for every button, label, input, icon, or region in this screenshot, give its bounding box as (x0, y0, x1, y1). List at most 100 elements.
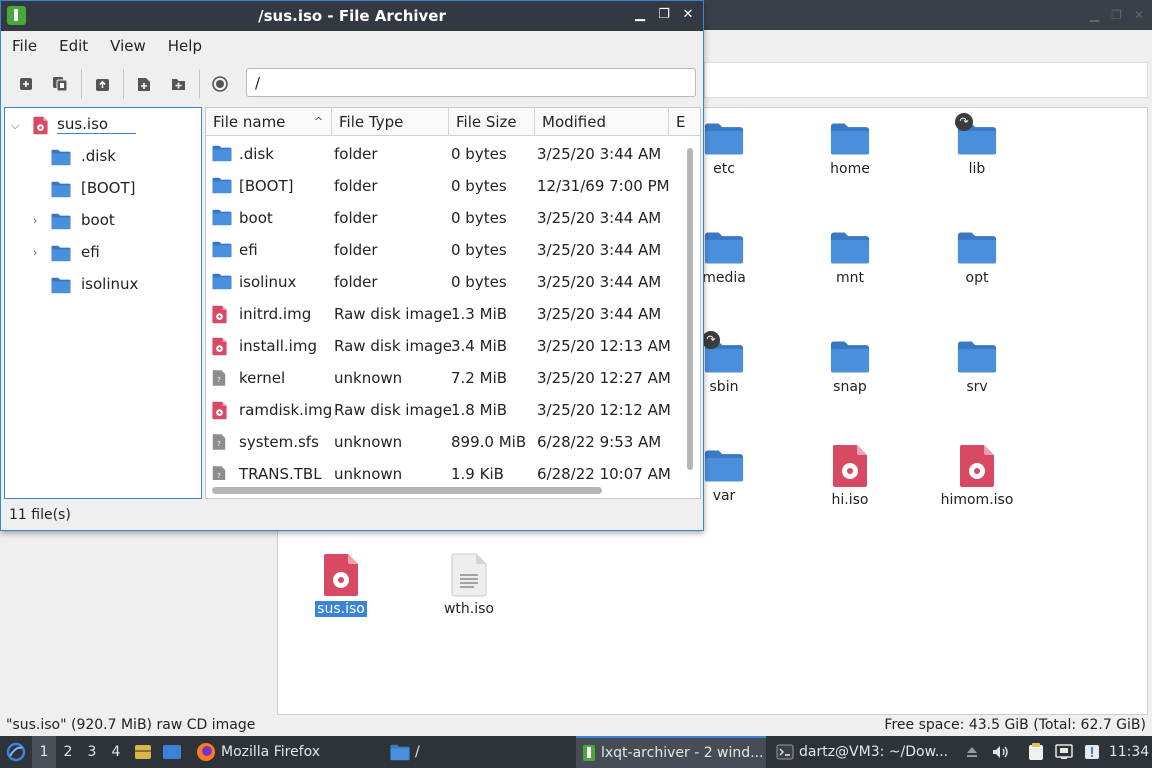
task-button[interactable]: lxqt-archiver - 2 wind... (576, 736, 766, 768)
table-row[interactable]: boot folder 0 bytes 3/25/20 3:44 AM (206, 202, 682, 234)
desktop-item-label: lib (968, 161, 986, 177)
add-files-button[interactable] (131, 71, 157, 97)
column-modified[interactable]: Modified (535, 108, 669, 136)
tree-item-disk[interactable]: .disk (11, 143, 201, 171)
folder-icon (390, 744, 410, 761)
column-file-size[interactable]: File Size (449, 108, 535, 136)
cell-file-size: 1.8 MiB (451, 401, 508, 419)
menu-file[interactable]: File (1, 31, 48, 61)
table-row[interactable]: efi folder 0 bytes 3/25/20 3:44 AM (206, 234, 682, 266)
desktop-item-label: opt (965, 270, 989, 286)
clock[interactable]: 11:34 (1109, 736, 1149, 768)
table-row[interactable]: ? system.sfs unknown 899.0 MiB 6/28/22 9:53 … (206, 426, 682, 458)
vertical-scroll-thumb[interactable] (687, 148, 693, 470)
desktop-item[interactable]: home (795, 117, 905, 177)
desktop-item[interactable]: srv (922, 335, 1032, 395)
tree-item-isolinux[interactable]: isolinux (11, 271, 201, 299)
cell-file-type: Raw disk image (334, 337, 453, 355)
minimize-icon[interactable]: ▁ (633, 7, 647, 22)
folder-icon (212, 241, 232, 262)
minimize-icon[interactable]: ▁ (1090, 8, 1099, 22)
tray-up-arrow-icon[interactable] (962, 742, 982, 762)
horizontal-scroll-thumb[interactable] (212, 487, 602, 494)
open-archive-button[interactable] (47, 71, 73, 97)
symlink-arrow-icon: ↷ (702, 331, 720, 349)
volume-icon[interactable] (990, 742, 1010, 762)
cell-file-name: initrd.img (239, 305, 312, 323)
cell-file-size: 0 bytes (451, 273, 507, 291)
desktop-switch-3[interactable]: 3 (80, 736, 104, 768)
open-archive-icon (53, 77, 68, 92)
file-manager-launcher[interactable] (134, 736, 154, 768)
desktop-item[interactable]: mnt (795, 226, 905, 286)
cell-file-size: 1.9 KiB (451, 465, 504, 480)
archive-path-input[interactable] (246, 68, 696, 97)
window-title: /sus.iso - File Archiver (258, 7, 446, 25)
maximize-icon[interactable]: ❐ (657, 7, 671, 22)
tree-item-root[interactable]: ⌵ sus.iso (11, 111, 201, 139)
desktop-switch-4[interactable]: 4 (104, 736, 128, 768)
horizontal-scrollbar[interactable] (212, 485, 682, 495)
disk-image-icon (323, 553, 359, 597)
desktop-item[interactable]: sus.iso (286, 553, 396, 617)
add-folder-button[interactable] (165, 71, 191, 97)
desktop-item[interactable]: himom.iso (922, 444, 1032, 508)
selection-info: "sus.iso" (920.7 MiB) raw CD image (6, 717, 256, 733)
disk-image-icon (959, 444, 995, 488)
desktop-item-label: himom.iso (940, 492, 1014, 508)
menu-help[interactable]: Help (157, 31, 213, 61)
desktop-item[interactable]: ↷ lib (922, 113, 1032, 177)
taskbar: 1234 Mozilla Firefox / lxqt-archiver - 2 w… (0, 736, 1152, 768)
stop-button[interactable] (207, 71, 233, 97)
menu-edit[interactable]: Edit (48, 31, 99, 61)
extract-button[interactable] (89, 71, 115, 97)
task-label: Mozilla Firefox (221, 744, 321, 760)
maximize-icon[interactable]: ❐ (1111, 8, 1122, 22)
show-desktop-button[interactable] (162, 736, 184, 768)
svg-text:?: ? (217, 440, 221, 448)
tree-item-boot[interactable]: [BOOT] (11, 175, 201, 203)
text-file-icon (451, 553, 487, 597)
desktop-item[interactable]: snap (795, 335, 905, 395)
table-row[interactable]: isolinux folder 0 bytes 3/25/20 3:44 AM (206, 266, 682, 298)
task-button[interactable]: dartz@VM3: ~/Dow... (770, 736, 956, 768)
desktop-item[interactable]: hi.iso (795, 444, 905, 508)
task-button[interactable]: / (384, 736, 564, 768)
desktop-switch-1[interactable]: 1 (32, 736, 56, 768)
table-row[interactable]: ramdisk.img Raw disk image 1.8 MiB 3/25/20 … (206, 394, 682, 426)
task-button[interactable]: Mozilla Firefox (190, 736, 375, 768)
file-manager-path-bar[interactable] (704, 62, 1148, 98)
start-menu-button[interactable] (6, 736, 28, 768)
cell-file-name: system.sfs (239, 433, 319, 451)
desktop-item[interactable]: wth.iso (414, 553, 524, 617)
column-extra[interactable]: E (669, 108, 700, 136)
table-row[interactable]: initrd.img Raw disk image 1.3 MiB 3/25/20 3… (206, 298, 682, 330)
clipboard-icon[interactable] (1026, 742, 1046, 762)
unknown-file-icon: ? (212, 369, 226, 391)
column-file-name[interactable]: File name ^ (206, 108, 332, 136)
cell-file-type: unknown (334, 369, 403, 387)
folder-icon (212, 145, 232, 166)
table-row[interactable]: ? TRANS.TBL unknown 1.9 KiB 6/28/22 10:07 AM (206, 458, 682, 480)
archiver-titlebar[interactable]: /sus.iso - File Archiver ▁ ❐ ✕ (1, 1, 703, 31)
table-row[interactable]: install.img Raw disk image 3.4 MiB 3/25/20 … (206, 330, 682, 362)
new-archive-button[interactable] (13, 71, 39, 97)
network-icon[interactable] (1054, 742, 1074, 762)
table-row[interactable]: ? kernel unknown 7.2 MiB 3/25/20 12:27 AM (206, 362, 682, 394)
vertical-scrollbar[interactable] (685, 140, 695, 480)
disk-image-icon (212, 337, 227, 360)
update-notifier-icon[interactable] (1082, 742, 1102, 762)
close-icon[interactable]: ✕ (681, 7, 695, 22)
tree-item-efi[interactable]: › efi (11, 239, 201, 267)
tree-item-boot[interactable]: › boot (11, 207, 201, 235)
table-row[interactable]: .disk folder 0 bytes 3/25/20 3:44 AM (206, 138, 682, 170)
close-icon[interactable]: ✕ (1134, 8, 1144, 22)
column-file-type[interactable]: File Type (332, 108, 449, 136)
desktop-switch-2[interactable]: 2 (56, 736, 80, 768)
folder-icon (704, 444, 744, 484)
table-row[interactable]: [BOOT] folder 0 bytes 12/31/69 7:00 PM (206, 170, 682, 202)
menu-view[interactable]: View (99, 31, 157, 61)
desktop-item-label: wth.iso (443, 601, 494, 617)
desktop-item[interactable]: opt (922, 226, 1032, 286)
tree-item-label: [BOOT] (81, 179, 136, 197)
